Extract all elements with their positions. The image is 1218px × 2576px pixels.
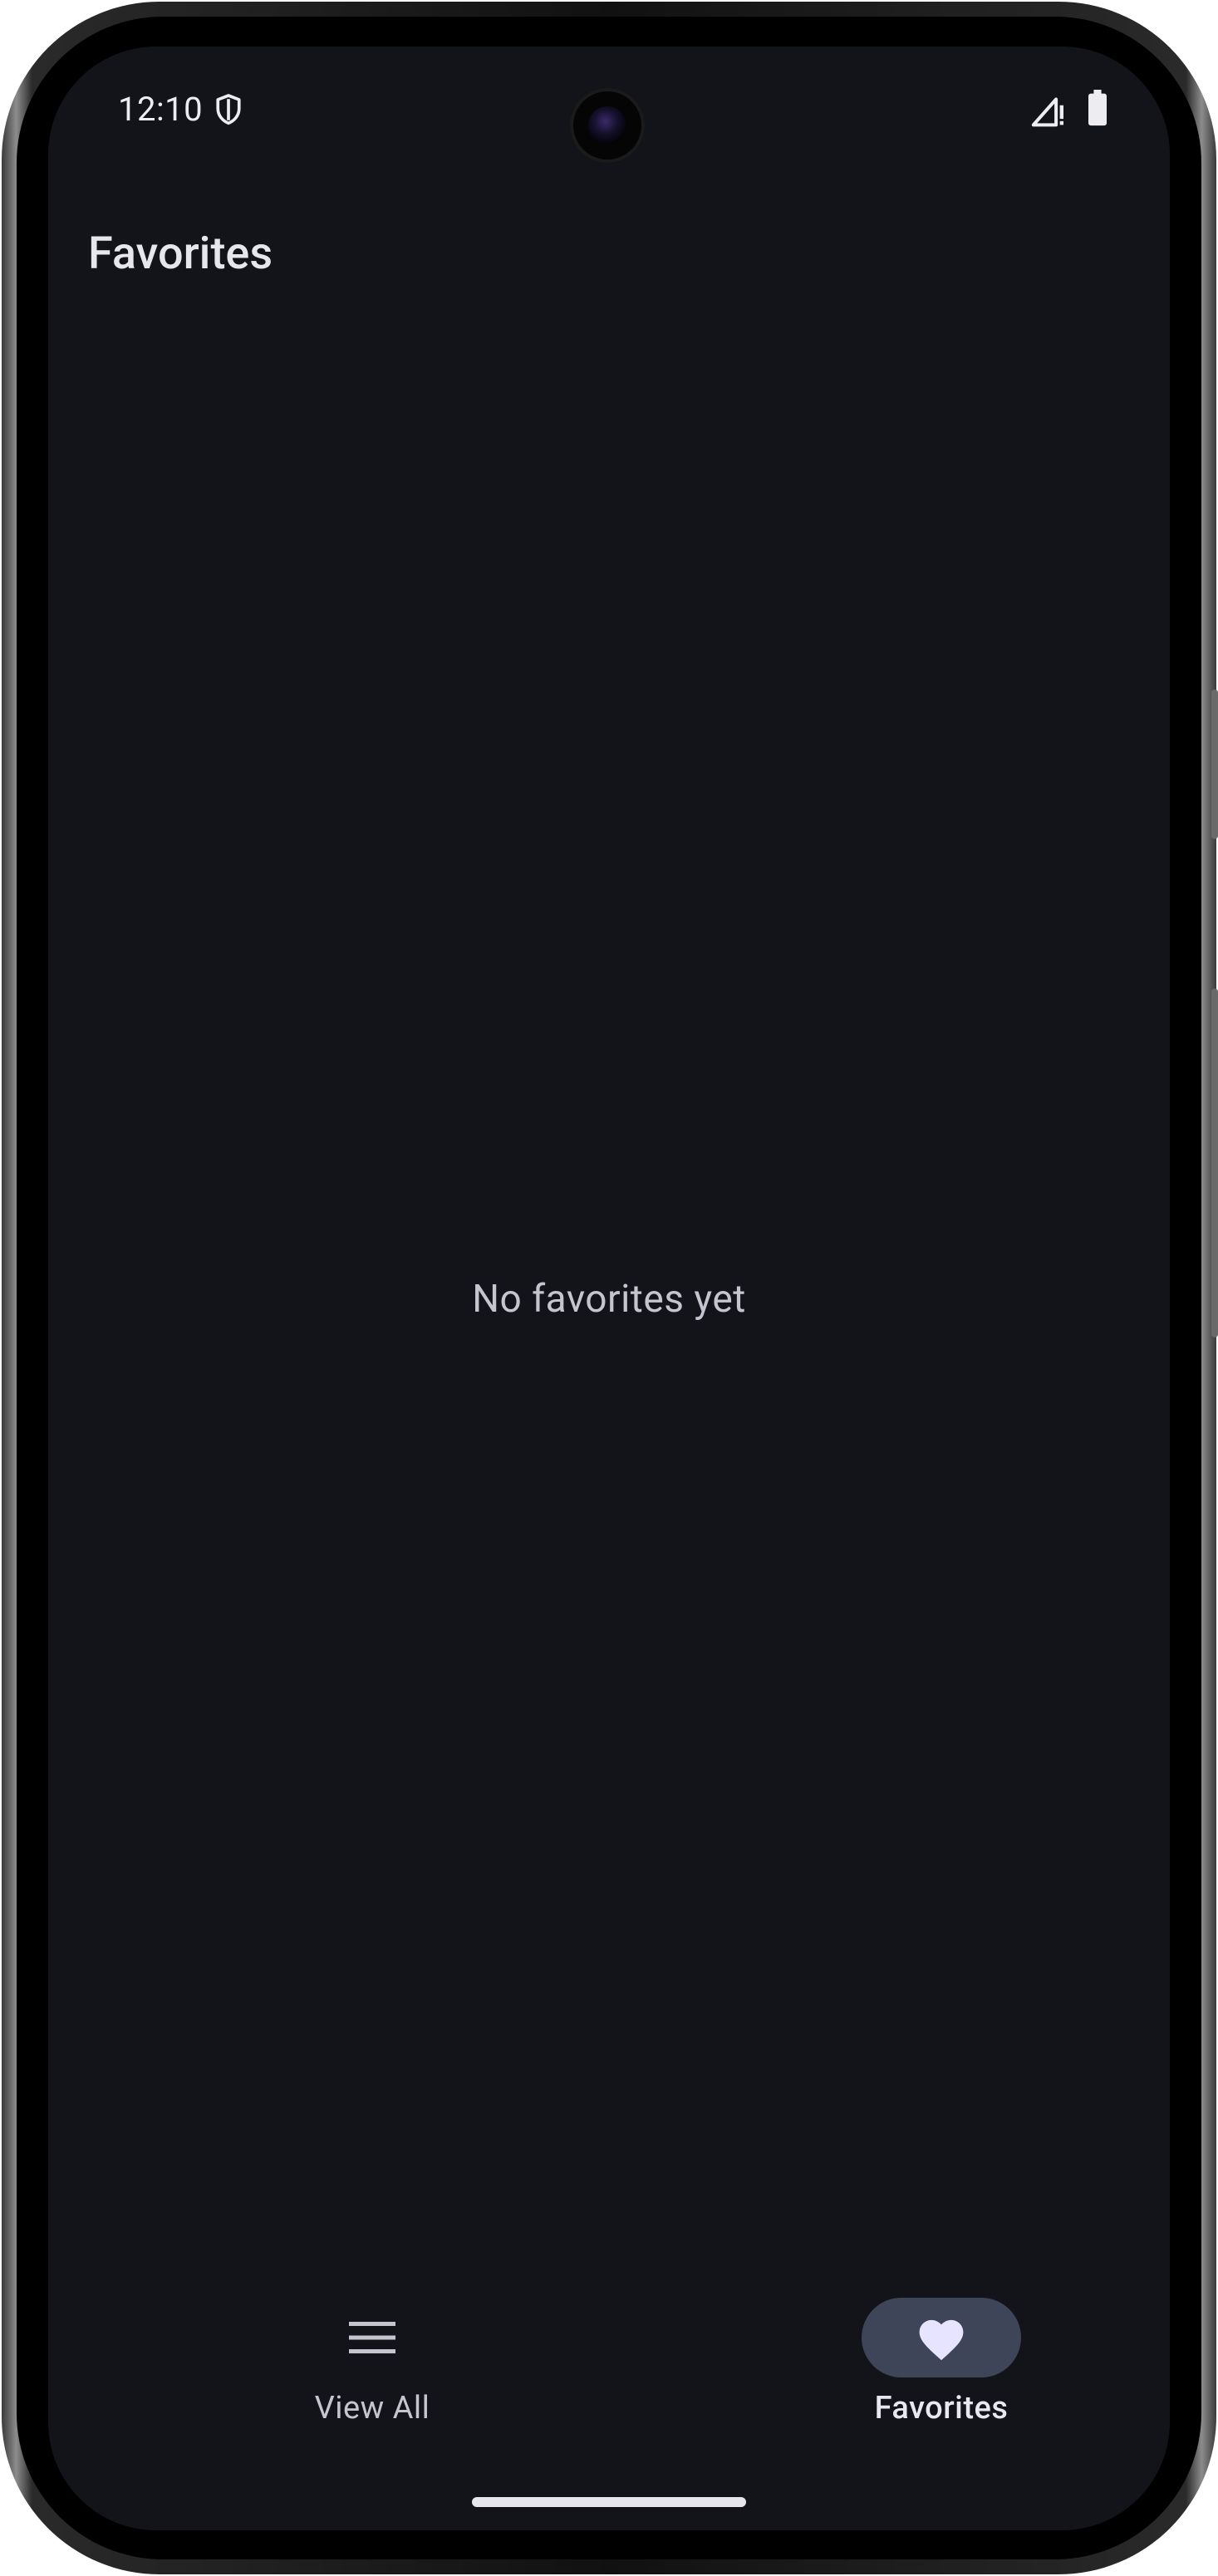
nav-view-all-icon-container bbox=[292, 2298, 452, 2377]
empty-state-message: No favorites yet bbox=[472, 1277, 746, 1322]
volume-button bbox=[1211, 689, 1218, 839]
nav-label-view-all: View All bbox=[314, 2390, 430, 2426]
camera-lens bbox=[588, 106, 626, 145]
heart-icon bbox=[919, 2319, 964, 2361]
signal-icon bbox=[1031, 97, 1063, 127]
nav-active-indicator bbox=[862, 2298, 1021, 2377]
home-indicator[interactable] bbox=[472, 2497, 746, 2507]
nav-item-favorites[interactable]: Favorites bbox=[817, 2298, 1066, 2427]
battery-icon bbox=[1088, 90, 1107, 126]
menu-icon bbox=[349, 2322, 395, 2353]
power-button bbox=[1211, 989, 1218, 1337]
front-camera bbox=[570, 88, 645, 163]
page-title: Favorites bbox=[88, 228, 273, 280]
nav-label-favorites: Favorites bbox=[874, 2390, 1009, 2426]
nav-item-view-all[interactable]: View All bbox=[248, 2298, 497, 2427]
shield-icon bbox=[216, 94, 241, 125]
screen: 12:10 Favorites No favorites yet View Al… bbox=[48, 47, 1170, 2530]
status-time: 12:10 bbox=[118, 90, 204, 129]
